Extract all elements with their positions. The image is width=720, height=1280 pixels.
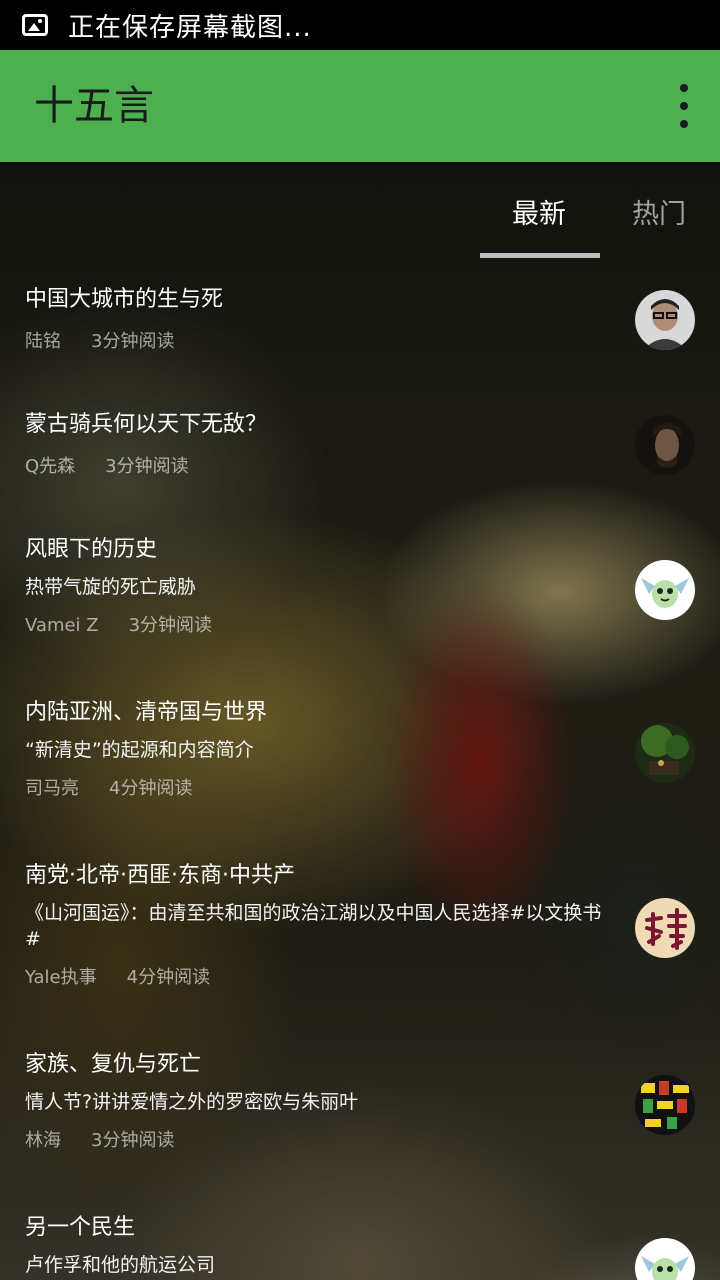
author-avatar[interactable]	[635, 1238, 695, 1280]
article-author: Q先森	[25, 456, 76, 477]
article-title: 风眼下的历史	[25, 537, 158, 562]
article-item[interactable]: 风眼下的历史 热带气旋的死亡威胁 Vamei Z 3分钟阅读	[0, 512, 720, 675]
article-item[interactable]: 家族、复仇与死亡 情人节?讲讲爱情之外的罗密欧与朱丽叶 林海 3分钟阅读	[0, 1027, 720, 1190]
author-avatar[interactable]	[635, 415, 695, 475]
author-avatar[interactable]	[635, 290, 695, 350]
article-author: 司马亮	[25, 778, 79, 799]
article-subtitle: “新清史”的起源和内容简介	[25, 739, 254, 761]
article-author: Yale执事	[25, 967, 97, 988]
article-subtitle: 《山河国运》：由清至共和国的政治江湖以及中国人民选择#以文换书#	[25, 902, 602, 950]
article-read-time: 3分钟阅读	[128, 615, 213, 636]
article-list: 中国大城市的生与死 陆铭 3分钟阅读 蒙古骑兵何以天下无敌？ Q先森 3分钟阅读…	[0, 262, 720, 1280]
menu-dot	[680, 84, 688, 92]
tab-latest[interactable]: 最新	[512, 192, 566, 231]
article-title: 另一个民生	[25, 1215, 136, 1240]
image-icon	[22, 14, 48, 36]
monster-avatar-icon	[635, 560, 695, 620]
overflow-menu-icon[interactable]	[668, 84, 700, 128]
screen: 正在保存屏幕截图... 十五言 最新 热门 中国大城市的生与死 陆铭 3分钟阅读	[0, 0, 720, 1280]
article-item[interactable]: 中国大城市的生与死 陆铭 3分钟阅读	[0, 262, 720, 387]
article-meta: Yale执事 4分钟阅读	[25, 966, 720, 990]
article-item[interactable]: 南党·北帝·西匪·东商·中共产 《山河国运》：由清至共和国的政治江湖以及中国人民…	[0, 838, 720, 1027]
article-item[interactable]: 另一个民生 卢作孚和他的航运公司	[0, 1190, 720, 1280]
article-title: 内陆亚洲、清帝国与世界	[25, 700, 268, 725]
article-title: 南党·北帝·西匪·东商·中共产	[25, 863, 295, 888]
article-item[interactable]: 内陆亚洲、清帝国与世界 “新清史”的起源和内容简介 司马亮 4分钟阅读	[0, 675, 720, 838]
author-avatar[interactable]	[635, 898, 695, 958]
app-title: 十五言	[34, 83, 154, 129]
tab-bar: 最新 热门	[0, 162, 720, 262]
article-author: 陆铭	[25, 331, 61, 352]
author-avatar[interactable]	[635, 560, 695, 620]
article-read-time: 3分钟阅读	[105, 456, 189, 477]
article-title: 中国大城市的生与死	[25, 287, 224, 312]
article-author: 林海	[25, 1130, 61, 1151]
scene-avatar-icon	[635, 723, 695, 783]
content-area: 最新 热门 中国大城市的生与死 陆铭 3分钟阅读 蒙古骑兵何以天下无敌？ Q先森…	[0, 162, 720, 1280]
tab-hot[interactable]: 热门	[632, 192, 686, 231]
avatar-photo-icon	[635, 415, 695, 475]
article-read-time: 3分钟阅读	[91, 331, 175, 352]
article-title: 蒙古骑兵何以天下无敌？	[25, 412, 268, 437]
article-title: 家族、复仇与死亡	[25, 1052, 202, 1077]
menu-dot	[680, 120, 688, 128]
menu-dot	[680, 102, 688, 110]
article-meta: 陆铭 3分钟阅读	[25, 330, 720, 354]
status-text: 正在保存屏幕截图...	[68, 12, 312, 43]
article-meta: Vamei Z 3分钟阅读	[25, 614, 720, 638]
author-avatar[interactable]	[635, 723, 695, 783]
avatar-photo-icon	[635, 290, 695, 350]
article-read-time: 3分钟阅读	[91, 1130, 175, 1151]
article-subtitle: 卢作孚和他的航运公司	[25, 1254, 216, 1276]
article-read-time: 4分钟阅读	[126, 967, 211, 988]
calligraphy-avatar-icon	[635, 898, 695, 958]
article-read-time: 4分钟阅读	[109, 778, 193, 799]
article-meta: 林海 3分钟阅读	[25, 1129, 720, 1153]
article-meta: 司马亮 4分钟阅读	[25, 777, 720, 801]
article-subtitle: 热带气旋的死亡威胁	[25, 576, 197, 598]
article-item[interactable]: 蒙古骑兵何以天下无敌？ Q先森 3分钟阅读	[0, 387, 720, 512]
status-bar: 正在保存屏幕截图...	[0, 0, 720, 50]
article-author: Vamei Z	[25, 615, 99, 636]
app-bar: 十五言	[0, 50, 720, 162]
tab-indicator	[480, 253, 600, 258]
article-subtitle: 情人节?讲讲爱情之外的罗密欧与朱丽叶	[25, 1091, 359, 1113]
monster-avatar-icon	[635, 1238, 695, 1280]
article-meta: Q先森 3分钟阅读	[25, 455, 720, 479]
pattern-avatar-icon	[635, 1075, 695, 1135]
author-avatar[interactable]	[635, 1075, 695, 1135]
